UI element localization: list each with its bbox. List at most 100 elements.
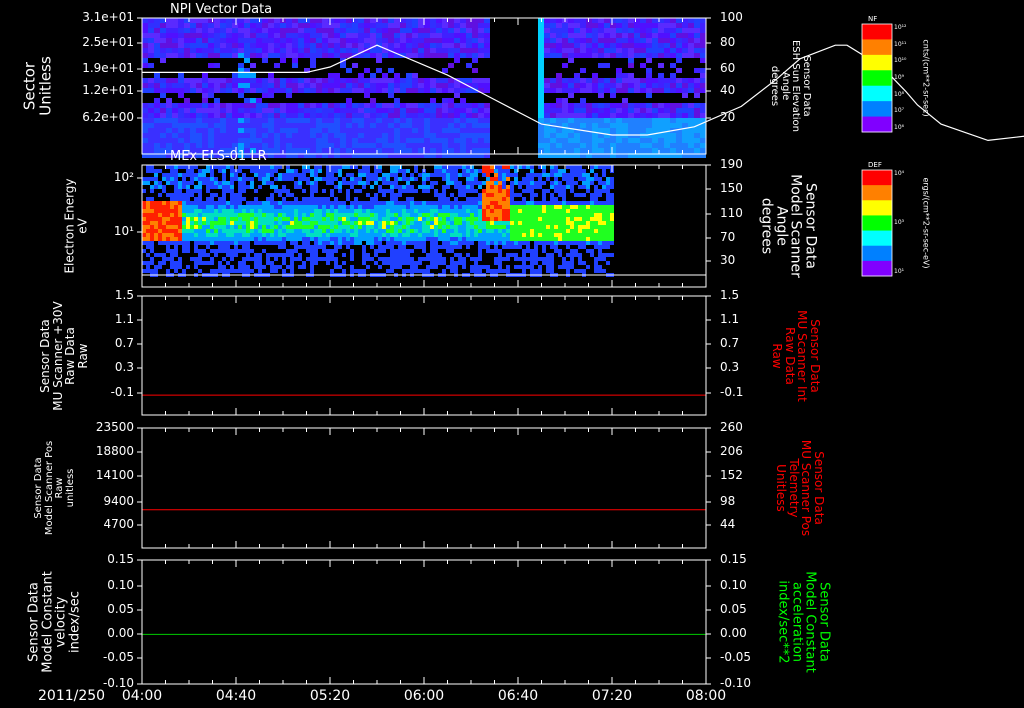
heatmap-cell	[526, 237, 530, 241]
heatmap-cell	[206, 225, 210, 229]
heatmap-cell	[202, 213, 206, 217]
heatmap-cell	[474, 261, 478, 265]
heatmap-cell	[382, 103, 388, 108]
heatmap-cell	[314, 181, 318, 185]
heatmap-cell	[538, 181, 542, 185]
heatmap-cell	[460, 68, 466, 73]
heatmap-cell	[478, 78, 484, 83]
heatmap-cell	[142, 48, 148, 53]
heatmap-cell	[634, 78, 640, 83]
heatmap-cell	[148, 98, 154, 103]
heatmap-cell	[518, 265, 522, 269]
heatmap-cell	[282, 269, 286, 273]
heatmap-cell	[700, 43, 706, 48]
heatmap-cell	[358, 148, 364, 153]
heatmap-cell	[386, 189, 390, 193]
plot-canvas	[137, 17, 1024, 685]
heatmap-cell	[376, 53, 382, 58]
heatmap-cell	[292, 78, 298, 83]
heatmap-cell	[226, 123, 232, 128]
heatmap-cell	[466, 229, 470, 233]
heatmap-cell	[238, 88, 244, 93]
heatmap-cell	[388, 128, 394, 133]
heatmap-cell	[294, 205, 298, 209]
heatmap-cell	[574, 88, 580, 93]
heatmap-cell	[610, 229, 614, 233]
heatmap-cell	[442, 123, 448, 128]
heatmap-cell	[424, 68, 430, 73]
heatmap-cell	[472, 28, 478, 33]
heatmap-cell	[310, 103, 316, 108]
heatmap-cell	[466, 213, 470, 217]
heatmap-cell	[506, 209, 510, 213]
heatmap-cell	[250, 217, 254, 221]
heatmap-cell	[238, 269, 242, 273]
heatmap-cell	[302, 173, 306, 177]
heatmap-cell	[562, 103, 568, 108]
heatmap-cell	[634, 148, 640, 153]
heatmap-cell	[426, 253, 430, 257]
heatmap-cell	[406, 229, 410, 233]
heatmap-cell	[310, 201, 314, 205]
heatmap-cell	[442, 165, 446, 169]
heatmap-cell	[190, 93, 196, 98]
heatmap-cell	[530, 177, 534, 181]
heatmap-cell	[506, 253, 510, 257]
heatmap-cell	[436, 43, 442, 48]
heatmap-cell	[364, 103, 370, 108]
heatmap-cell	[286, 43, 292, 48]
heatmap-cell	[262, 229, 266, 233]
heatmap-cell	[274, 73, 280, 78]
heatmap-cell	[150, 217, 154, 221]
heatmap-cell	[544, 108, 550, 113]
heatmap-cell	[604, 23, 610, 28]
heatmap-cell	[258, 173, 262, 177]
heatmap-cell	[652, 93, 658, 98]
heatmap-cell	[262, 48, 268, 53]
heatmap-cell	[298, 217, 302, 221]
heatmap-cell	[498, 189, 502, 193]
heatmap-cell	[442, 197, 446, 201]
heatmap-cell	[454, 169, 458, 173]
heatmap-cell	[602, 225, 606, 229]
heatmap-cell	[418, 217, 422, 221]
heatmap-cell	[250, 128, 256, 133]
heatmap-cell	[388, 113, 394, 118]
heatmap-cell	[622, 113, 628, 118]
heatmap-cell	[194, 265, 198, 269]
heatmap-cell	[334, 185, 338, 189]
heatmap-cell	[442, 205, 446, 209]
heatmap-cell	[178, 205, 182, 209]
heatmap-cell	[226, 138, 232, 143]
heatmap-cell	[586, 225, 590, 229]
heatmap-cell	[218, 201, 222, 205]
heatmap-cell	[474, 189, 478, 193]
heatmap-cell	[190, 98, 196, 103]
heatmap-cell	[522, 217, 526, 221]
heatmap-cell	[274, 143, 280, 148]
heatmap-cell	[450, 261, 454, 265]
heatmap-cell	[350, 257, 354, 261]
heatmap-cell	[198, 241, 202, 245]
heatmap-cell	[394, 261, 398, 265]
heatmap-cell	[454, 28, 460, 33]
heatmap-cell	[562, 133, 568, 138]
heatmap-cell	[196, 103, 202, 108]
heatmap-cell	[406, 93, 412, 98]
heatmap-cell	[518, 233, 522, 237]
heatmap-cell	[490, 177, 494, 181]
heatmap-cell	[538, 93, 544, 98]
heatmap-cell	[418, 261, 422, 265]
heatmap-cell	[622, 33, 628, 38]
heatmap-cell	[574, 209, 578, 213]
heatmap-cell	[562, 241, 566, 245]
heatmap-cell	[172, 93, 178, 98]
heatmap-cell	[174, 197, 178, 201]
heatmap-cell	[322, 53, 328, 58]
heatmap-cell	[460, 38, 466, 43]
heatmap-cell	[382, 205, 386, 209]
heatmap-cell	[580, 133, 586, 138]
heatmap-cell	[542, 261, 546, 265]
heatmap-cell	[268, 138, 274, 143]
heatmap-cell	[316, 103, 322, 108]
